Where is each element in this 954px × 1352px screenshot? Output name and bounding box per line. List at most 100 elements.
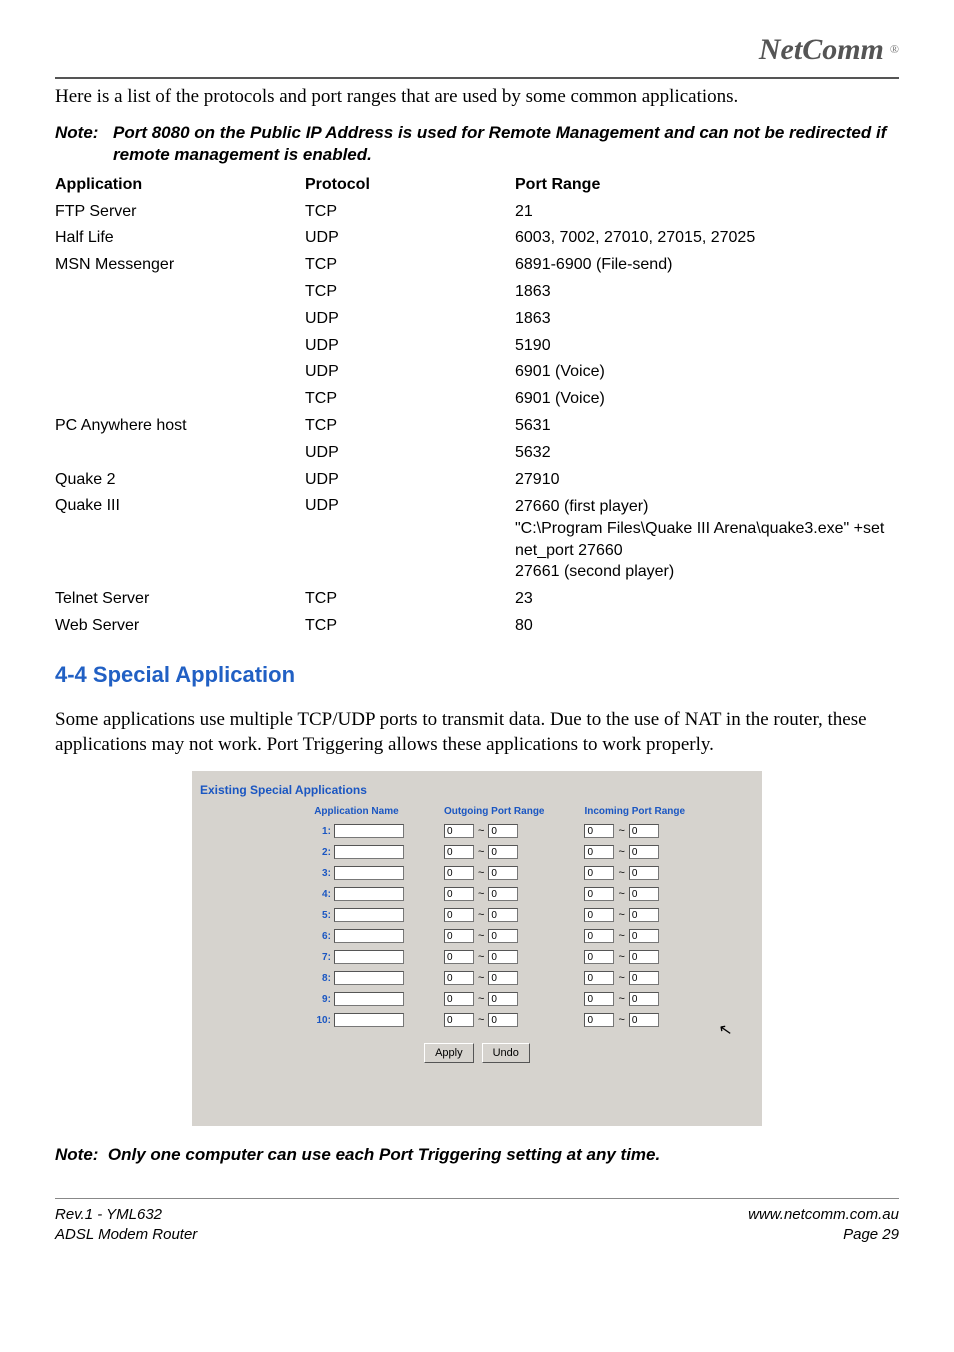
tilde-icon: ~	[478, 929, 484, 943]
incoming-from-input[interactable]: 0	[584, 908, 614, 922]
note2-label: Note:	[55, 1145, 98, 1164]
cell-range: 5631	[515, 416, 899, 437]
table-row: UDP5190	[55, 333, 899, 360]
table-row: MSN MessengerTCP6891-6900 (File-send)	[55, 252, 899, 279]
tilde-icon: ~	[618, 824, 624, 838]
outgoing-from-input[interactable]: 0	[444, 845, 474, 859]
cell-range: 21	[515, 202, 899, 223]
note2-body: Only one computer can use each Port Trig…	[108, 1145, 660, 1164]
app-name-row: 3:	[309, 865, 404, 882]
row-number: 6:	[309, 930, 331, 943]
outgoing-from-input[interactable]: 0	[444, 908, 474, 922]
incoming-row: 0 ~0	[584, 844, 685, 861]
incoming-to-input[interactable]: 0	[629, 908, 659, 922]
app-name-row: 8:	[309, 970, 404, 987]
tilde-icon: ~	[478, 950, 484, 964]
tilde-icon: ~	[478, 845, 484, 859]
outgoing-from-input[interactable]: 0	[444, 824, 474, 838]
incoming-from-input[interactable]: 0	[584, 992, 614, 1006]
cell-proto: UDP	[305, 309, 515, 330]
footer-page: Page 29	[748, 1225, 899, 1245]
cell-proto: UDP	[305, 228, 515, 249]
app-name-input[interactable]	[334, 824, 404, 838]
outgoing-row: 0~0	[444, 970, 545, 987]
incoming-to-input[interactable]: 0	[629, 971, 659, 985]
incoming-from-input[interactable]: 0	[584, 824, 614, 838]
outgoing-from-input[interactable]: 0	[444, 866, 474, 880]
cell-proto: TCP	[305, 616, 515, 637]
tilde-icon: ~	[478, 824, 484, 838]
incoming-from-input[interactable]: 0	[584, 845, 614, 859]
section-body: Some applications use multiple TCP/UDP p…	[55, 708, 899, 757]
outgoing-to-input[interactable]: 0	[488, 971, 518, 985]
incoming-to-input[interactable]: 0	[629, 845, 659, 859]
cell-proto: UDP	[305, 336, 515, 357]
app-name-input[interactable]	[334, 866, 404, 880]
incoming-to-input[interactable]: 0	[629, 824, 659, 838]
table-row: Telnet ServerTCP23	[55, 586, 899, 613]
app-name-input[interactable]	[334, 1013, 404, 1027]
cell-app: Half Life	[55, 228, 305, 249]
cell-app: PC Anywhere host	[55, 416, 305, 437]
outgoing-to-input[interactable]: 0	[488, 950, 518, 964]
outgoing-to-input[interactable]: 0	[488, 866, 518, 880]
incoming-from-input[interactable]: 0	[584, 971, 614, 985]
app-name-input[interactable]	[334, 971, 404, 985]
col-port-range: Port Range	[515, 175, 899, 196]
outgoing-to-input[interactable]: 0	[488, 824, 518, 838]
incoming-to-input[interactable]: 0	[629, 1013, 659, 1027]
outgoing-from-input[interactable]: 0	[444, 950, 474, 964]
outgoing-to-input[interactable]: 0	[488, 908, 518, 922]
tilde-icon: ~	[618, 971, 624, 985]
incoming-from-input[interactable]: 0	[584, 866, 614, 880]
app-name-input[interactable]	[334, 908, 404, 922]
undo-button[interactable]: Undo	[482, 1043, 530, 1063]
outgoing-to-input[interactable]: 0	[488, 992, 518, 1006]
app-name-input[interactable]	[334, 845, 404, 859]
row-number: 8:	[309, 972, 331, 985]
app-name-input[interactable]	[334, 992, 404, 1006]
outgoing-to-input[interactable]: 0	[488, 929, 518, 943]
cell-range: 6003, 7002, 27010, 27015, 27025	[515, 228, 899, 249]
outgoing-to-input[interactable]: 0	[488, 845, 518, 859]
outgoing-from-input[interactable]: 0	[444, 1013, 474, 1027]
outgoing-from-input[interactable]: 0	[444, 992, 474, 1006]
tilde-icon: ~	[618, 866, 624, 880]
incoming-from-input[interactable]: 0	[584, 887, 614, 901]
outgoing-row: 0 ~0	[444, 949, 545, 966]
table-row: Half LifeUDP6003, 7002, 27010, 27015, 27…	[55, 225, 899, 252]
incoming-to-input[interactable]: 0	[629, 887, 659, 901]
incoming-to-input[interactable]: 0	[629, 992, 659, 1006]
incoming-to-input[interactable]: 0	[629, 929, 659, 943]
outgoing-from-input[interactable]: 0	[444, 971, 474, 985]
incoming-from-input[interactable]: 0	[584, 929, 614, 943]
outgoing-row: 0~0	[444, 907, 545, 924]
cell-range: 23	[515, 589, 899, 610]
header-logo-row: NetComm ®	[55, 30, 899, 79]
cell-app	[55, 336, 305, 357]
cell-proto: TCP	[305, 389, 515, 410]
row-number: 5:	[309, 909, 331, 922]
outgoing-row: 0 ~0	[444, 928, 545, 945]
incoming-from-input[interactable]: 0	[584, 1013, 614, 1027]
outgoing-to-input[interactable]: 0	[488, 887, 518, 901]
outgoing-to-input[interactable]: 0	[488, 1013, 518, 1027]
tilde-icon: ~	[618, 1013, 624, 1027]
colhead-incoming: Incoming Port Range	[584, 805, 685, 818]
incoming-to-input[interactable]: 0	[629, 950, 659, 964]
incoming-to-input[interactable]: 0	[629, 866, 659, 880]
app-name-input[interactable]	[334, 929, 404, 943]
app-name-input[interactable]	[334, 950, 404, 964]
apply-button[interactable]: Apply	[424, 1043, 474, 1063]
outgoing-from-input[interactable]: 0	[444, 887, 474, 901]
cell-proto: TCP	[305, 202, 515, 223]
incoming-from-input[interactable]: 0	[584, 950, 614, 964]
cell-proto: UDP	[305, 362, 515, 383]
footer-url: www.netcomm.com.au	[748, 1205, 899, 1225]
tilde-icon: ~	[618, 908, 624, 922]
cell-app: Quake III	[55, 496, 305, 582]
tilde-icon: ~	[618, 845, 624, 859]
app-name-input[interactable]	[334, 887, 404, 901]
cell-app	[55, 282, 305, 303]
outgoing-from-input[interactable]: 0	[444, 929, 474, 943]
